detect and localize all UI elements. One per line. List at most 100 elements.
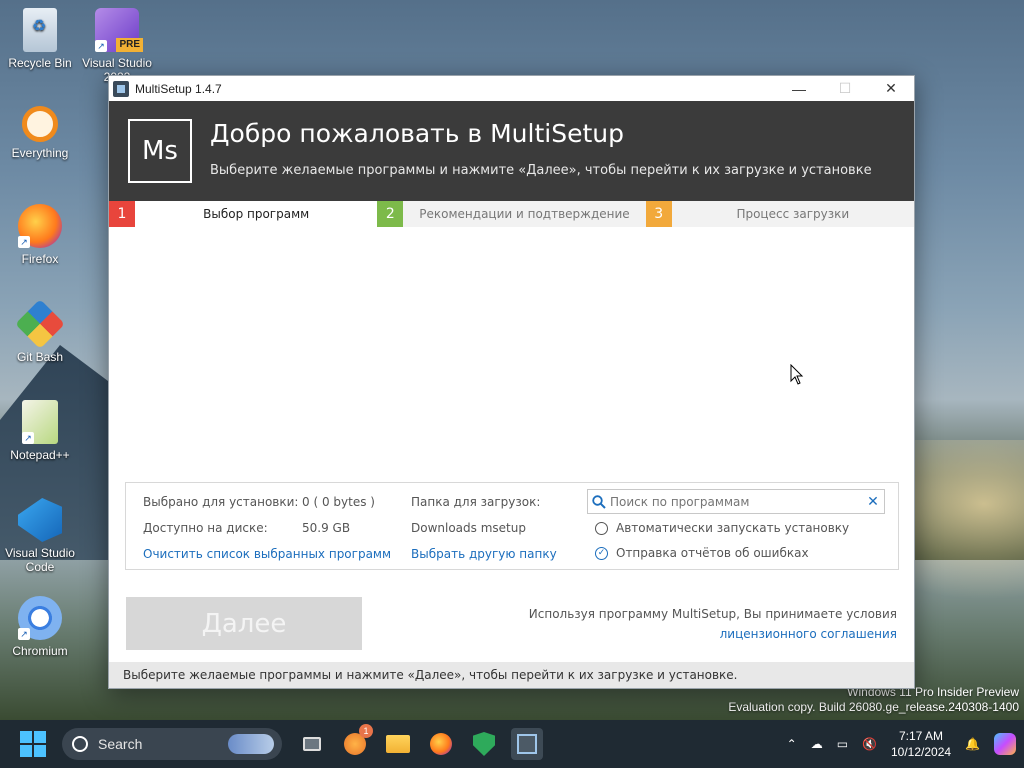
firefox-icon: ↗ (18, 204, 62, 248)
desktop-icon-label: Firefox (21, 252, 59, 266)
taskbar: Search 1 ⌃ ☁ ▭ 🔇 7:17 AM 10/12/2024 🔔 (0, 720, 1024, 768)
taskbar-file-explorer[interactable] (382, 728, 414, 760)
program-list-area[interactable] (109, 227, 914, 482)
task-view-icon (303, 737, 321, 751)
windows-watermark: Windows 11 Pro Insider Preview Evaluatio… (728, 685, 1019, 715)
copilot-icon[interactable] (994, 733, 1016, 755)
chevron-up-icon[interactable]: ⌃ (787, 737, 797, 751)
desktop-icon-everything[interactable]: Everything (0, 106, 80, 160)
license-text: Используя программу MultiSetup, Вы прини… (528, 607, 897, 621)
clear-search-icon[interactable]: ✕ (862, 494, 884, 510)
task-view-button[interactable] (296, 728, 328, 760)
minimize-button[interactable]: — (776, 76, 822, 101)
start-button[interactable] (20, 731, 46, 757)
desktop-icon-chromium[interactable]: ↗ Chromium (0, 596, 80, 658)
step-recommendations: 2 Рекомендации и подтверждение (377, 201, 645, 227)
taskbar-search[interactable]: Search (62, 728, 282, 760)
step-select-programs: 1 Выбор программ (109, 201, 378, 227)
desktop-icon-label: Notepad++ (10, 448, 70, 462)
everything-icon (22, 106, 58, 142)
step-label: Процесс загрузки (736, 207, 850, 221)
search-icon (588, 491, 610, 513)
auto-install-label: Автоматически запускать установку (616, 521, 850, 535)
send-reports-option[interactable]: ✓ Отправка отчётов об ошибках (595, 546, 809, 560)
shield-icon (473, 732, 495, 756)
license-agreement-link[interactable]: лицензионного соглашения (529, 624, 897, 644)
maximize-button[interactable]: ☐ (822, 76, 868, 101)
clock-time: 7:17 AM (899, 729, 944, 743)
selected-value: 0 ( 0 bytes ) (302, 495, 375, 509)
disk-label: Доступно на диске: (143, 521, 268, 535)
visual-studio-icon: PRE ↗ (95, 8, 143, 52)
radio-checked-icon[interactable]: ✓ (595, 546, 608, 560)
taskbar-app-notification[interactable]: 1 (339, 724, 373, 760)
search-input[interactable] (610, 494, 862, 509)
install-info-panel: Выбрано для установки: 0 ( 0 bytes ) Дос… (125, 482, 899, 570)
step-download-process: 3 Процесс загрузки (645, 201, 914, 227)
shortcut-arrow-icon: ↗ (18, 236, 30, 248)
desktop-icon-label: Everything (11, 146, 69, 160)
step-number: 1 (109, 201, 135, 227)
search-highlight-image (228, 734, 274, 754)
system-tray: ⌃ ☁ ▭ 🔇 7:17 AM 10/12/2024 🔔 (787, 720, 1016, 768)
recycle-bin-icon: ♻ (23, 8, 57, 52)
multisetup-app-icon (517, 734, 537, 754)
windows-logo-icon (20, 731, 32, 743)
close-button[interactable]: ✕ (868, 76, 914, 101)
welcome-subtitle: Выберите желаемые программы и нажмите «Д… (210, 163, 872, 178)
step-label: Рекомендации и подтверждение (419, 207, 630, 221)
firefox-icon (430, 733, 452, 755)
notepad-plus-plus-icon: ↗ (22, 400, 58, 444)
download-folder-label: Папка для загрузок: (411, 495, 541, 509)
program-search-box[interactable]: ✕ (587, 489, 885, 514)
step-label: Выбор программ (203, 207, 310, 221)
search-icon (72, 736, 88, 752)
disk-value: 50.9 GB (302, 521, 351, 535)
logo-text: Ms (142, 136, 178, 166)
desktop-icon-label: Recycle Bin (8, 56, 72, 70)
taskbar-search-label: Search (98, 736, 143, 752)
selected-label: Выбрано для установки: (143, 495, 299, 509)
taskbar-firefox[interactable] (425, 728, 457, 760)
step-number: 2 (377, 201, 404, 227)
system-clock[interactable]: 7:17 AM 10/12/2024 (891, 728, 951, 760)
next-button[interactable]: Далее (126, 597, 362, 650)
step-number: 3 (645, 201, 672, 227)
welcome-title: Добро пожаловать в MultiSetup (210, 119, 624, 148)
desktop-icon-git-bash[interactable]: Git Bash (0, 299, 80, 364)
title-bar[interactable]: MultiSetup 1.4.7 — ☐ ✕ (109, 76, 914, 101)
display-icon[interactable]: ▭ (837, 737, 848, 751)
notification-bell-icon[interactable]: 🔔 (965, 737, 980, 751)
taskbar-security-app[interactable] (468, 728, 500, 760)
radio-unchecked-icon[interactable] (595, 521, 608, 535)
desktop-icon-visual-studio[interactable]: PRE ↗ Visual Studio 2022 (77, 8, 157, 84)
shortcut-arrow-icon: ↗ (18, 628, 30, 640)
wizard-steps: 1 Выбор программ 2 Рекомендации и подтве… (109, 201, 914, 227)
download-folder-value: Downloads msetup (411, 521, 526, 535)
window-title: MultiSetup 1.4.7 (135, 81, 222, 96)
desktop-icon-vscode[interactable]: Visual Studio Code (0, 498, 80, 574)
status-bar: Выберите желаемые программы и нажмите «Д… (109, 662, 914, 688)
clock-date: 10/12/2024 (890, 745, 952, 759)
license-notice: Используя программу MultiSetup, Вы прини… (529, 604, 897, 644)
send-reports-label: Отправка отчётов об ошибках (616, 546, 809, 560)
shortcut-arrow-icon: ↗ (22, 432, 34, 444)
volume-icon[interactable]: 🔇 (862, 737, 877, 751)
desktop-icon-label: Chromium (12, 644, 68, 658)
status-text: Выберите желаемые программы и нажмите «Д… (123, 668, 738, 682)
file-explorer-icon (386, 735, 410, 753)
clear-selection-link[interactable]: Очистить список выбранных программ (143, 547, 391, 561)
multisetup-logo: Ms (128, 119, 192, 183)
desktop-icon-recycle-bin[interactable]: ♻ Recycle Bin (0, 8, 80, 70)
pre-badge: PRE (116, 38, 143, 52)
taskbar-multisetup[interactable] (511, 728, 543, 760)
choose-folder-link[interactable]: Выбрать другую папку (411, 547, 557, 561)
desktop-icon-notepad-plus-plus[interactable]: ↗ Notepad++ (0, 400, 80, 462)
network-icon[interactable]: ☁ (811, 737, 823, 751)
auto-install-option[interactable]: Автоматически запускать установку (595, 521, 849, 535)
notification-badge: 1 (359, 724, 373, 738)
vscode-icon (18, 498, 62, 542)
desktop-icon-firefox[interactable]: ↗ Firefox (0, 204, 80, 266)
shortcut-arrow-icon: ↗ (95, 40, 107, 52)
watermark-line2: Evaluation copy. Build 26080.ge_release.… (728, 700, 1019, 714)
